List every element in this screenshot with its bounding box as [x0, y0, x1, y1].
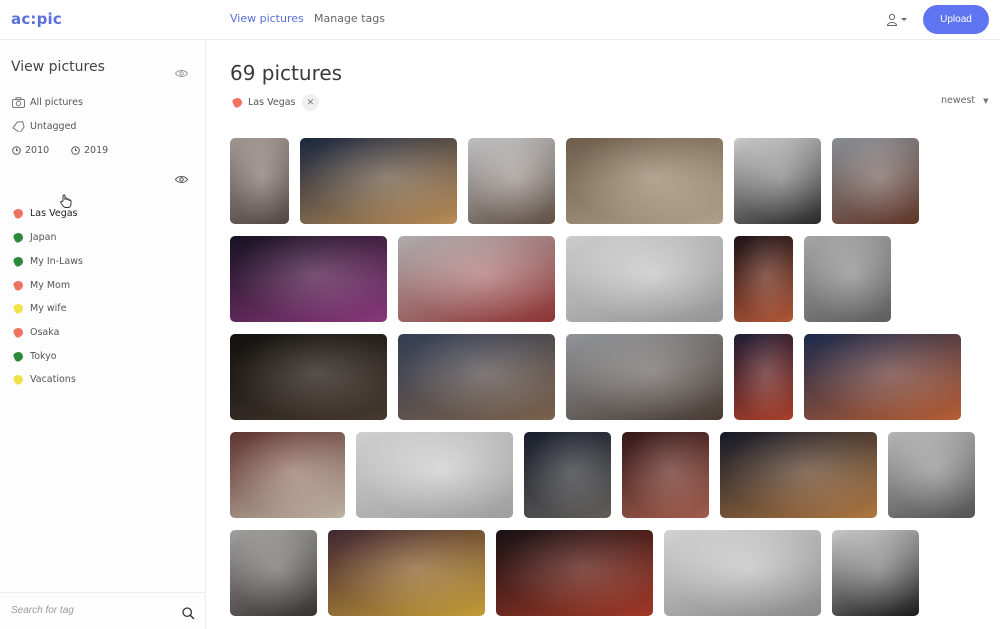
photo-old-man-white-room[interactable] [566, 236, 723, 322]
photo-neon-street-night[interactable] [230, 236, 387, 322]
sidebar-tag-label: Tokyo [30, 350, 57, 362]
hand-cursor-icon [60, 193, 72, 212]
sidebar-tag-label: Japan [30, 231, 57, 243]
year-label: 2019 [84, 144, 109, 156]
year-label: 2010 [25, 144, 50, 156]
photo-temple-in-mist[interactable] [398, 236, 555, 322]
tag-icon [11, 231, 25, 243]
top-bar: ac:pic View pictures Manage tags Upload [0, 0, 1000, 40]
sort-dropdown[interactable]: newest ▼ [941, 95, 989, 106]
chevron-down-icon: ▼ [983, 96, 989, 105]
camera-icon [11, 96, 25, 108]
photo-woman-sunglasses-leaning[interactable] [804, 236, 891, 322]
tag-outline-icon [11, 120, 25, 132]
photo-woman-white-hair-sunglasses[interactable] [230, 138, 289, 224]
sidebar-tag-label: Osaka [30, 326, 60, 338]
photo-woman-silver-jacket[interactable] [888, 432, 975, 518]
active-filter-chip: Las Vegas [231, 95, 296, 109]
tag-icon [11, 207, 25, 219]
sidebar: View pictures All pictures Untagged 2010… [0, 40, 206, 629]
photo-aerial-crossing-night[interactable] [524, 432, 611, 518]
clock-icon [11, 144, 21, 156]
clock-icon [70, 144, 80, 156]
photo-traffic-light-trails[interactable] [720, 432, 877, 518]
photo-market-alley[interactable] [566, 138, 723, 224]
nav-manage-tags[interactable]: Manage tags [314, 12, 385, 25]
photo-narrow-neon-alley[interactable] [734, 236, 793, 322]
user-icon [886, 13, 907, 26]
photo-old-man-desk-window[interactable] [356, 432, 513, 518]
tag-icon [11, 302, 25, 314]
eye-icon[interactable] [174, 169, 189, 188]
sidebar-item-year-2010[interactable]: 2010 [11, 142, 49, 158]
eye-icon[interactable] [174, 63, 189, 82]
sidebar-title: View pictures [11, 59, 105, 75]
sidebar-item-label: All pictures [30, 96, 83, 108]
sidebar-tag-item[interactable]: Tokyo [11, 348, 57, 364]
tag-icon [11, 350, 25, 362]
sidebar-tag-item[interactable]: My In-Laws [11, 253, 83, 269]
photo-couple-restaurant-dark[interactable] [230, 334, 387, 420]
tag-icon [11, 373, 25, 385]
chevron-down-icon [901, 18, 907, 21]
sidebar-tag-item[interactable]: Vacations [11, 371, 76, 387]
photo-quiet-street-crosswalk[interactable] [566, 334, 723, 420]
photo-neon-street-rain[interactable] [496, 530, 653, 616]
sidebar-tag-label: Vacations [30, 373, 76, 385]
photo-arcade-hallway-red[interactable] [622, 432, 709, 518]
remove-filter-button[interactable]: ✕ [302, 94, 319, 111]
tag-icon [11, 255, 25, 267]
sidebar-tag-label: My wife [30, 302, 67, 314]
tag-icon [11, 279, 25, 291]
photo-man-crouching-street[interactable] [398, 334, 555, 420]
tag-icon [231, 96, 244, 108]
search-icon[interactable] [182, 605, 195, 624]
sort-label: newest [941, 95, 976, 106]
photo-japanese-castle[interactable] [468, 138, 555, 224]
tag-search [0, 592, 206, 629]
photo-red-neon-signs[interactable] [734, 334, 793, 420]
filter-chip-label: Las Vegas [248, 96, 296, 108]
sidebar-tag-label: My In-Laws [30, 255, 83, 267]
sidebar-item-all-pictures[interactable]: All pictures [11, 94, 83, 110]
sidebar-item-year-2019[interactable]: 2019 [70, 142, 108, 158]
photo-tokyo-night-skyline[interactable] [300, 138, 457, 224]
photo-osaka-lanterns[interactable] [328, 530, 485, 616]
nav-view-pictures[interactable]: View pictures [230, 12, 304, 25]
sidebar-tag-item[interactable]: Osaka [11, 324, 59, 340]
photo-tokyo-tower-night[interactable] [804, 334, 961, 420]
tag-icon [11, 326, 25, 338]
photo-city-street-hdr[interactable] [832, 138, 919, 224]
upload-button[interactable]: Upload [923, 5, 989, 34]
sidebar-item-untagged[interactable]: Untagged [11, 118, 76, 134]
app-logo[interactable]: ac:pic [11, 10, 62, 28]
sidebar-tag-item[interactable]: My Mom [11, 277, 70, 293]
sidebar-tag-label: My Mom [30, 279, 71, 291]
sidebar-tag-item[interactable]: Japan [11, 229, 57, 245]
photo-crowded-shopping-street[interactable] [230, 432, 345, 518]
photo-wedding-couple[interactable] [230, 530, 317, 616]
sidebar-item-label: Untagged [30, 120, 77, 132]
sidebar-tag-item[interactable]: My wife [11, 300, 66, 316]
search-input[interactable] [11, 605, 171, 616]
photo-old-man-desk-tablet[interactable] [664, 530, 821, 616]
close-icon: ✕ [306, 97, 315, 108]
user-menu[interactable] [886, 12, 910, 26]
page-title: 69 pictures [230, 61, 343, 85]
photo-woman-black-hat-portrait[interactable] [734, 138, 821, 224]
photo-woman-bw-sunglasses[interactable] [832, 530, 919, 616]
